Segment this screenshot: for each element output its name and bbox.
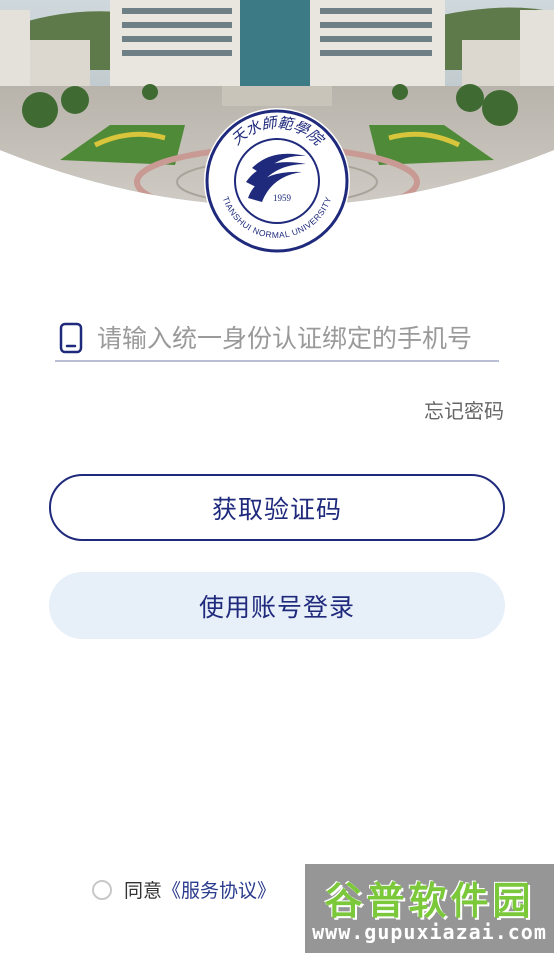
account-login-label: 使用账号登录 <box>198 592 355 622</box>
watermark-url: www.gupuxiazai.com <box>312 920 547 944</box>
seal-year: 1959 <box>273 193 292 203</box>
watermark-title: 谷普软件园 <box>324 879 535 923</box>
site-watermark: 谷普软件园 www.gupuxiazai.com <box>305 864 554 953</box>
university-seal-icon: 天水師範學院 TIANSHUI NORMAL UNIVERSITY 1959 <box>204 108 350 254</box>
agree-radio[interactable] <box>92 879 112 900</box>
forgot-password-link[interactable]: 忘记密码 <box>424 395 504 424</box>
get-verification-code-button[interactable]: 获取验证码 <box>49 474 505 541</box>
service-agreement-link[interactable]: 《服务协议》 <box>162 876 276 903</box>
get-code-label: 获取验证码 <box>211 494 342 524</box>
phone-number-input[interactable] <box>97 323 497 353</box>
account-login-button[interactable]: 使用账号登录 <box>49 572 505 639</box>
agreement-row: 同意 《服务协议》 <box>92 876 276 903</box>
phone-input-row <box>55 316 499 362</box>
university-logo: 天水師範學院 TIANSHUI NORMAL UNIVERSITY 1959 <box>202 106 352 256</box>
agree-prefix: 同意 <box>124 880 163 902</box>
mobile-phone-icon <box>59 322 83 354</box>
